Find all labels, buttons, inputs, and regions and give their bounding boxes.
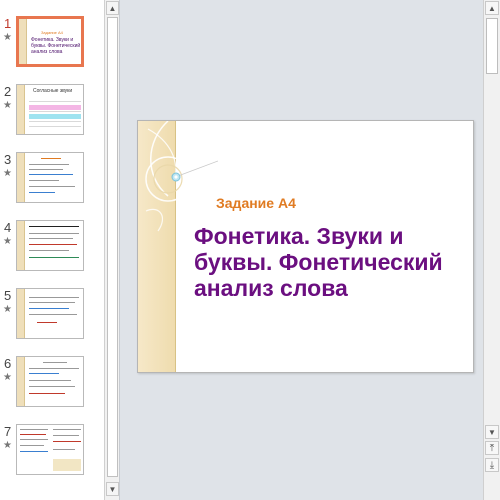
- next-slide-button[interactable]: ⤓: [485, 458, 499, 472]
- thumbnail-decor-band: [17, 289, 25, 338]
- thumbnail-text-line: [29, 393, 65, 394]
- slide-number: 2: [4, 84, 12, 99]
- thumbnail-row-4[interactable]: 4 ★: [0, 220, 104, 276]
- thumbnail-pane-scrollbar[interactable]: ▲ ▼: [104, 0, 120, 500]
- thumbnail-table-highlight: [29, 105, 81, 110]
- thumbnail-text-line: [29, 373, 59, 374]
- animation-star-icon: ★: [3, 440, 12, 451]
- thumbnail-text-line: [37, 322, 57, 323]
- thumbnail-text-line: [29, 380, 71, 381]
- thumbnail-subtitle: Задание А4: [41, 30, 63, 35]
- thumbnail-text-line: [29, 368, 79, 369]
- previous-slide-button[interactable]: ⤒: [485, 441, 499, 455]
- animation-star-icon: ★: [3, 372, 12, 383]
- thumbnail-decor-band: [17, 153, 25, 202]
- scrollbar-thumb[interactable]: [107, 17, 118, 477]
- scroll-up-button[interactable]: ▲: [106, 1, 119, 15]
- thumbnail-text-line: [29, 180, 59, 181]
- thumbnail-table-highlight: [29, 114, 81, 119]
- thumbnail-row-1[interactable]: 1 ★ Задание А4 Фонетика. Звуки и буквы. …: [0, 16, 104, 72]
- thumbnail-text-line: [29, 297, 79, 298]
- slide-number: 5: [4, 288, 12, 303]
- thumbnail-title: Фонетика. Звуки и буквы. Фонетический ан…: [31, 37, 81, 55]
- thumbnail-decor-band: [17, 221, 25, 270]
- slide-thumbnail-1[interactable]: Задание А4 Фонетика. Звуки и буквы. Фоне…: [16, 16, 84, 67]
- thumbnail-row-5[interactable]: 5 ★: [0, 288, 104, 344]
- thumbnail-text-line: [53, 429, 81, 430]
- slide-thumbnail-6[interactable]: [16, 356, 84, 407]
- current-slide[interactable]: Задание А4 Фонетика. Звуки и буквы. Фоне…: [137, 120, 474, 373]
- scroll-down-button[interactable]: ▼: [106, 482, 119, 496]
- slide-editing-area: Задание А4 Фонетика. Звуки и буквы. Фоне…: [121, 0, 481, 500]
- thumbnail-text-line: [20, 434, 46, 435]
- thumbnail-text-line: [29, 257, 79, 258]
- thumbnail-text-line: [29, 169, 63, 170]
- slide-number: 1: [4, 16, 12, 31]
- thumbnail-text-line: [29, 250, 69, 251]
- slide-thumbnail-pane: 1 ★ Задание А4 Фонетика. Звуки и буквы. …: [0, 0, 104, 500]
- slide-thumbnail-4[interactable]: [16, 220, 84, 271]
- thumbnail-decor-band: [17, 357, 25, 406]
- scroll-down-button[interactable]: ▼: [485, 425, 499, 439]
- thumbnail-text-line: [20, 445, 44, 446]
- slide-number: 7: [4, 424, 12, 439]
- thumbnail-row-7[interactable]: 7 ★: [0, 424, 104, 480]
- thumbnail-row-2[interactable]: 2 ★ Согласные звуки: [0, 84, 104, 140]
- thumbnail-row-3[interactable]: 3 ★: [0, 152, 104, 208]
- slide-number: 3: [4, 152, 12, 167]
- slide-area-scrollbar[interactable]: ▲ ▼ ⤒ ⤓: [483, 0, 500, 500]
- thumbnail-text-line: [29, 314, 77, 315]
- thumbnail-row-6[interactable]: 6 ★: [0, 356, 104, 412]
- thumbnail-text-line: [29, 308, 69, 309]
- thumbnail-text-line: [53, 435, 79, 436]
- thumbnail-text-line: [29, 386, 75, 387]
- thumbnail-text-line: [29, 174, 73, 175]
- scroll-up-button[interactable]: ▲: [485, 1, 499, 15]
- slide-thumbnail-5[interactable]: [16, 288, 84, 339]
- thumbnail-text-line: [20, 451, 48, 452]
- thumbnail-text-line: [29, 302, 75, 303]
- thumbnail-text-line: [29, 164, 69, 165]
- slide-number: 4: [4, 220, 12, 235]
- thumbnail-text-line: [53, 449, 75, 450]
- thumbnail-text-line: [41, 158, 61, 159]
- slide-title[interactable]: Фонетика. Звуки и буквы. Фонетический ан…: [194, 223, 464, 301]
- thumbnail-text-line: [29, 186, 75, 187]
- slide-thumbnail-3[interactable]: [16, 152, 84, 203]
- slide-thumbnail-7[interactable]: [16, 424, 84, 475]
- thumbnail-text-line: [53, 441, 81, 442]
- presentation-editor: 1 ★ Задание А4 Фонетика. Звуки и буквы. …: [0, 0, 500, 500]
- thumbnail-text-line: [29, 233, 79, 234]
- thumbnail-text-line: [43, 362, 67, 363]
- thumbnail-text-line: [29, 226, 79, 227]
- thumbnail-decor-band: [19, 19, 27, 64]
- thumbnail-text-line: [29, 238, 73, 239]
- thumbnail-text-line: [29, 244, 77, 245]
- animation-star-icon: ★: [3, 32, 12, 43]
- thumbnail-text-line: [20, 429, 48, 430]
- thumbnail-table: [29, 97, 81, 127]
- animation-star-icon: ★: [3, 304, 12, 315]
- animation-star-icon: ★: [3, 168, 12, 179]
- task-label[interactable]: Задание А4: [216, 195, 296, 211]
- animation-star-icon: ★: [3, 100, 12, 111]
- thumbnail-title: Согласные звуки: [33, 88, 73, 94]
- animation-star-icon: ★: [3, 236, 12, 247]
- slide-thumbnail-2[interactable]: Согласные звуки: [16, 84, 84, 135]
- thumbnail-decor-band: [17, 85, 25, 134]
- thumbnail-text-line: [29, 192, 55, 193]
- thumbnail-text-line: [20, 439, 48, 440]
- scrollbar-thumb[interactable]: [486, 18, 498, 74]
- slide-number: 6: [4, 356, 12, 371]
- thumbnail-image: [53, 459, 81, 471]
